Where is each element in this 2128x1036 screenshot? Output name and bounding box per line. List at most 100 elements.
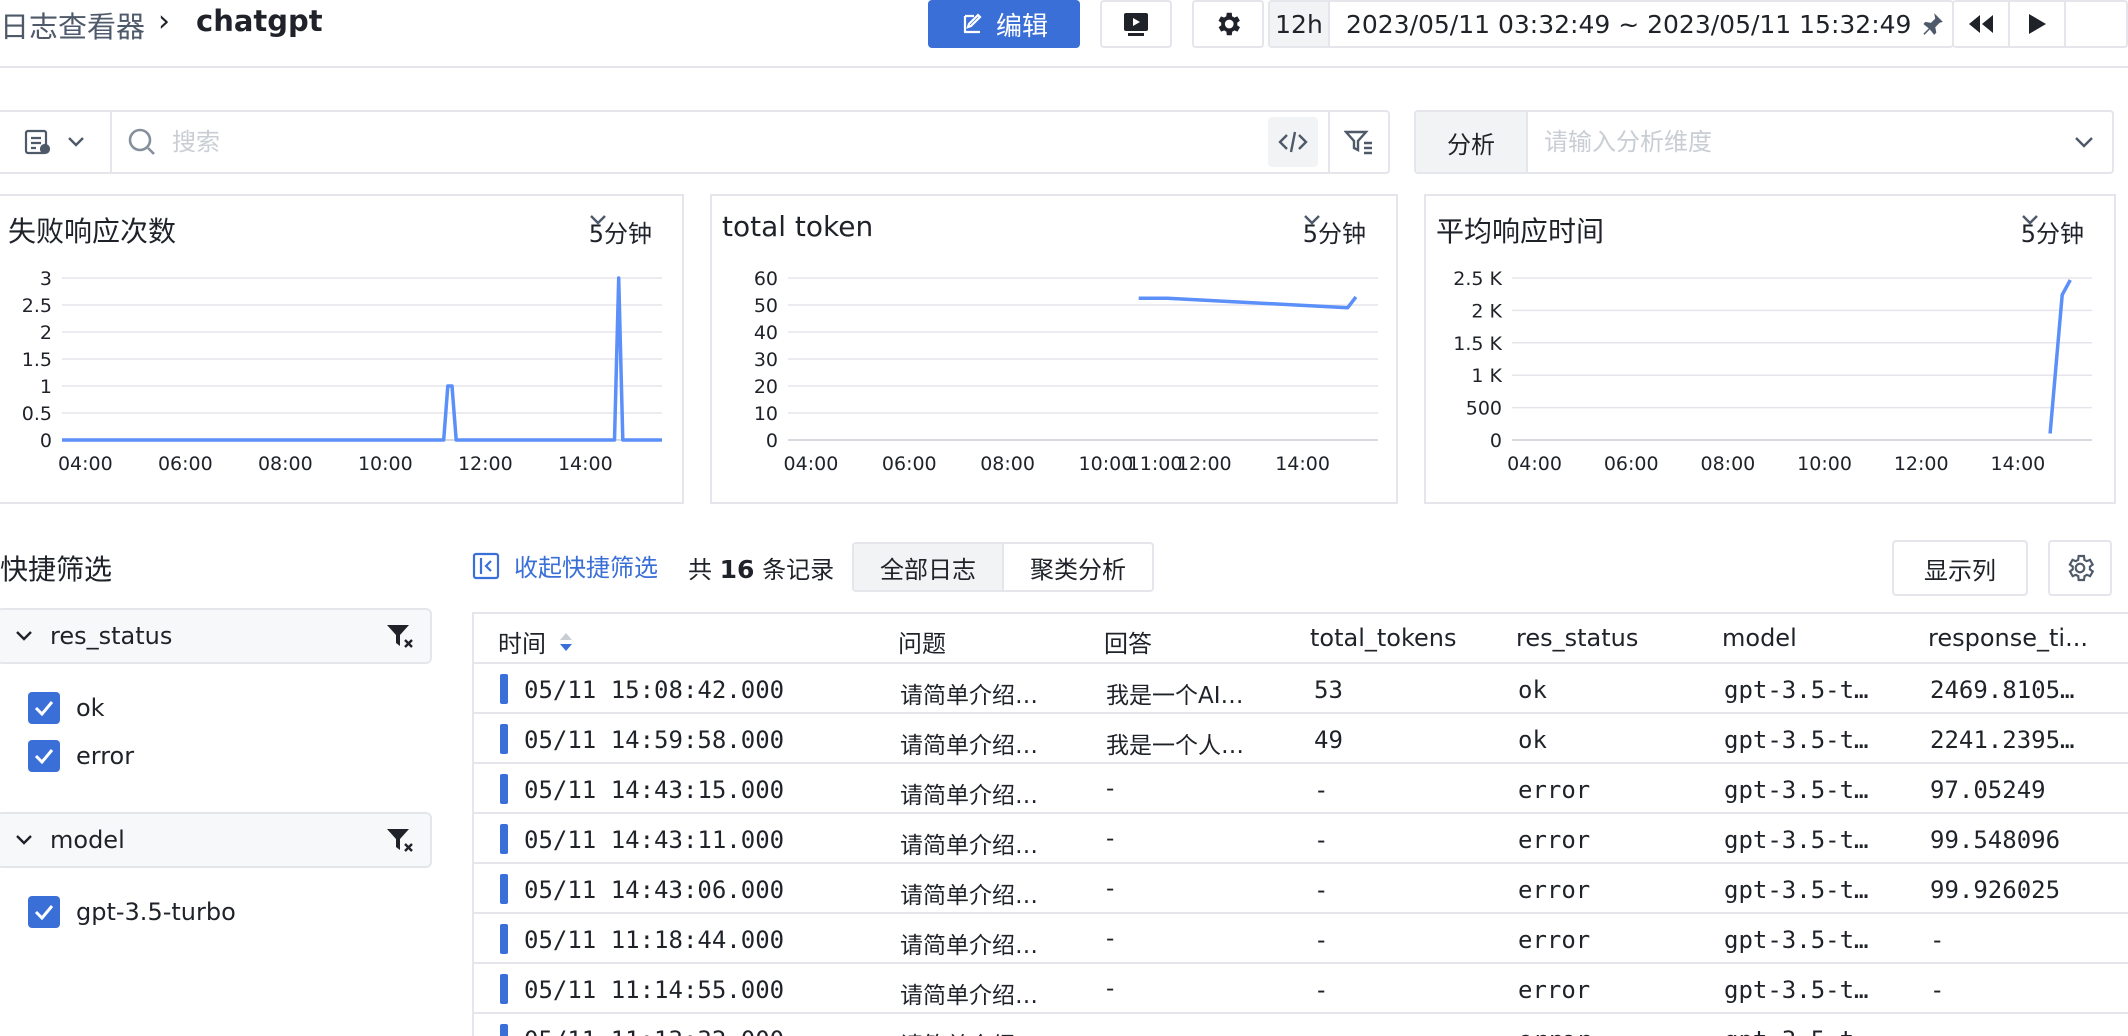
query-type-dropdown[interactable]	[0, 112, 112, 172]
column-header-model[interactable]: model	[1722, 624, 1797, 652]
gear-icon	[2068, 554, 2095, 582]
filter-option-label: gpt-3.5-turbo	[76, 898, 236, 926]
row-level-indicator	[500, 674, 508, 704]
chart-interval-dropdown[interactable]: 5分钟	[1303, 214, 1366, 249]
x-tick-label: 14:00	[1991, 453, 2046, 475]
present-button[interactable]	[1100, 0, 1172, 48]
table-cell: -	[1106, 926, 1115, 952]
x-tick-label: 04:00	[58, 453, 113, 475]
table-row[interactable]: 05/11 11:14:55.000 请简单介绍… - - error gpt-3.5-t…	[474, 964, 2128, 1014]
table-cell: 我是一个AI…	[1106, 683, 1244, 709]
analysis-bar: 分析	[1414, 110, 2114, 174]
table-cell: -	[1314, 1026, 1328, 1036]
clear-filter-icon	[387, 829, 413, 852]
filter-option-gpt-3-5-turbo[interactable]: gpt-3.5-turbo	[28, 896, 236, 928]
edit-button[interactable]: 编辑	[928, 0, 1080, 48]
time-range-text[interactable]: 2023/05/11 03:32:49 ~ 2023/05/11 15:32:4…	[1330, 10, 1911, 39]
table-cell: -	[1314, 776, 1329, 804]
x-tick-label: 06:00	[1604, 453, 1659, 475]
tab-all-logs[interactable]: 全部日志	[854, 544, 1004, 590]
pin-icon	[1923, 13, 1943, 35]
table-cell: error	[1518, 776, 1591, 804]
column-header-answer[interactable]: 回答	[1104, 624, 1152, 659]
chart-interval-dropdown[interactable]: 5分钟	[2021, 214, 2084, 249]
analysis-dropdown[interactable]	[2056, 136, 2112, 148]
clear-filter-button[interactable]	[370, 826, 430, 854]
column-header-response-time[interactable]: response_ti...	[1928, 624, 2088, 652]
settings-top-button[interactable]	[1192, 0, 1264, 48]
y-tick-label: 2.5 K	[1453, 268, 1502, 290]
table-row[interactable]: 05/11 11:13:32.000 请简单介绍… - - error gpt-3.5-t…	[474, 1014, 2128, 1036]
checkbox-checked[interactable]	[28, 740, 60, 772]
filter-option-ok[interactable]: ok	[28, 692, 105, 724]
chevron-down-icon	[589, 215, 606, 225]
breadcrumb-root[interactable]: 日志查看器	[0, 4, 145, 46]
pin-button[interactable]	[1911, 11, 1952, 37]
play-button[interactable]	[2010, 2, 2066, 46]
x-tick-label: 14:00	[558, 453, 613, 475]
y-tick-label: 50	[754, 295, 778, 317]
column-header-time[interactable]: 时间	[498, 624, 574, 659]
filter-option-error[interactable]: error	[28, 740, 134, 772]
x-tick-label: 11:00	[1128, 453, 1183, 475]
record-count-value: 16	[719, 555, 755, 584]
table-cell: error	[1518, 976, 1591, 1004]
time-picker[interactable]: 12h 2023/05/11 03:32:49 ~ 2023/05/11 15:…	[1268, 0, 1954, 48]
analysis-input[interactable]	[1528, 128, 2056, 156]
rewind-button[interactable]	[1954, 2, 2010, 46]
search-icon-wrap	[112, 127, 172, 157]
clear-filter-button[interactable]	[370, 622, 430, 650]
chart-interval-dropdown[interactable]: 5分钟	[589, 214, 652, 249]
chevron-down-icon	[16, 631, 32, 641]
table-cell: 97.05249	[1930, 776, 2046, 804]
collapse-quick-filter-link[interactable]: 收起快捷筛选	[472, 548, 658, 583]
checkbox-checked[interactable]	[28, 896, 60, 928]
collapse-left-icon	[472, 552, 500, 579]
collapse-toggle[interactable]	[0, 630, 50, 642]
top-bar: 日志查看器 › chatgpt 编辑 12h 2023/05/11 03:32:…	[0, 0, 2128, 68]
table-settings-button[interactable]	[2048, 540, 2112, 596]
tab-cluster-analysis[interactable]: 聚类分析	[1004, 544, 1152, 590]
sort-icon[interactable]	[558, 630, 574, 654]
chart-avg-response-time: 0 500 1 K 1.5 K 2 K 2.5 K 04:00 06:00 08:00 10:00…	[1424, 194, 2116, 504]
edit-icon	[963, 13, 982, 34]
table-cell: 2241.2395…	[1930, 726, 2075, 754]
column-header-res-status[interactable]: res_status	[1516, 624, 1638, 652]
y-tick-label: 2.5	[22, 295, 52, 317]
y-tick-label: 2	[40, 322, 52, 344]
x-tick-label: 10:00	[1079, 453, 1134, 475]
search-input[interactable]	[172, 128, 1268, 156]
series-line	[2048, 279, 2072, 434]
code-mode-button[interactable]	[1268, 117, 1318, 167]
table-row[interactable]: 05/11 15:08:42.000 请简单介绍… 我是一个AI… 53 ok gpt-3…	[474, 664, 2128, 714]
column-header-total-tokens[interactable]: total_tokens	[1310, 624, 1457, 652]
x-tick-label: 14:00	[1275, 453, 1330, 475]
chart-title: 失败响应次数	[8, 215, 177, 248]
filter-group-model[interactable]: model	[0, 812, 432, 868]
table-row[interactable]: 05/11 14:43:11.000 请简单介绍… - - error gpt-3.5-t…	[474, 814, 2128, 864]
column-header-question[interactable]: 问题	[898, 624, 946, 659]
x-tick-label: 12:00	[1177, 453, 1232, 475]
x-tick-label: 06:00	[158, 453, 213, 475]
table-row[interactable]: 05/11 14:43:06.000 请简单介绍… - - error gpt-3.5-t…	[474, 864, 2128, 914]
table-cell: error	[1518, 876, 1591, 904]
table-row[interactable]: 05/11 14:43:15.000 请简单介绍… - - error gpt-3.5-t…	[474, 764, 2128, 814]
table-cell: gpt-3.5-t…	[1724, 726, 1869, 754]
time-range-button[interactable]: 12h	[1270, 2, 1330, 46]
filter-group-res-status[interactable]: res_status	[0, 608, 432, 664]
table-cell: gpt-3.5-t…	[1724, 676, 1869, 704]
checkbox-checked[interactable]	[28, 692, 60, 724]
table-cell: -	[1314, 826, 1329, 854]
y-tick-label: 40	[754, 322, 778, 344]
table-cell: 请简单介绍…	[900, 983, 1038, 1009]
collapse-toggle[interactable]	[0, 834, 50, 846]
filter-option-label: error	[76, 742, 135, 770]
x-tick-label: 08:00	[980, 453, 1035, 475]
table-row[interactable]: 05/11 11:18:44.000 请简单介绍… - - error gpt-3.5-t…	[474, 914, 2128, 964]
display-columns-button[interactable]: 显示列	[1892, 540, 2028, 596]
y-tick-label: 1.5 K	[1453, 333, 1502, 355]
filter-settings-button[interactable]	[1328, 112, 1388, 172]
table-row[interactable]: 05/11 14:59:58.000 请简单介绍… 我是一个人… 49 ok gpt-3.…	[474, 714, 2128, 764]
breadcrumb-separator: ›	[158, 4, 170, 39]
y-tick-label: 10	[754, 403, 778, 425]
